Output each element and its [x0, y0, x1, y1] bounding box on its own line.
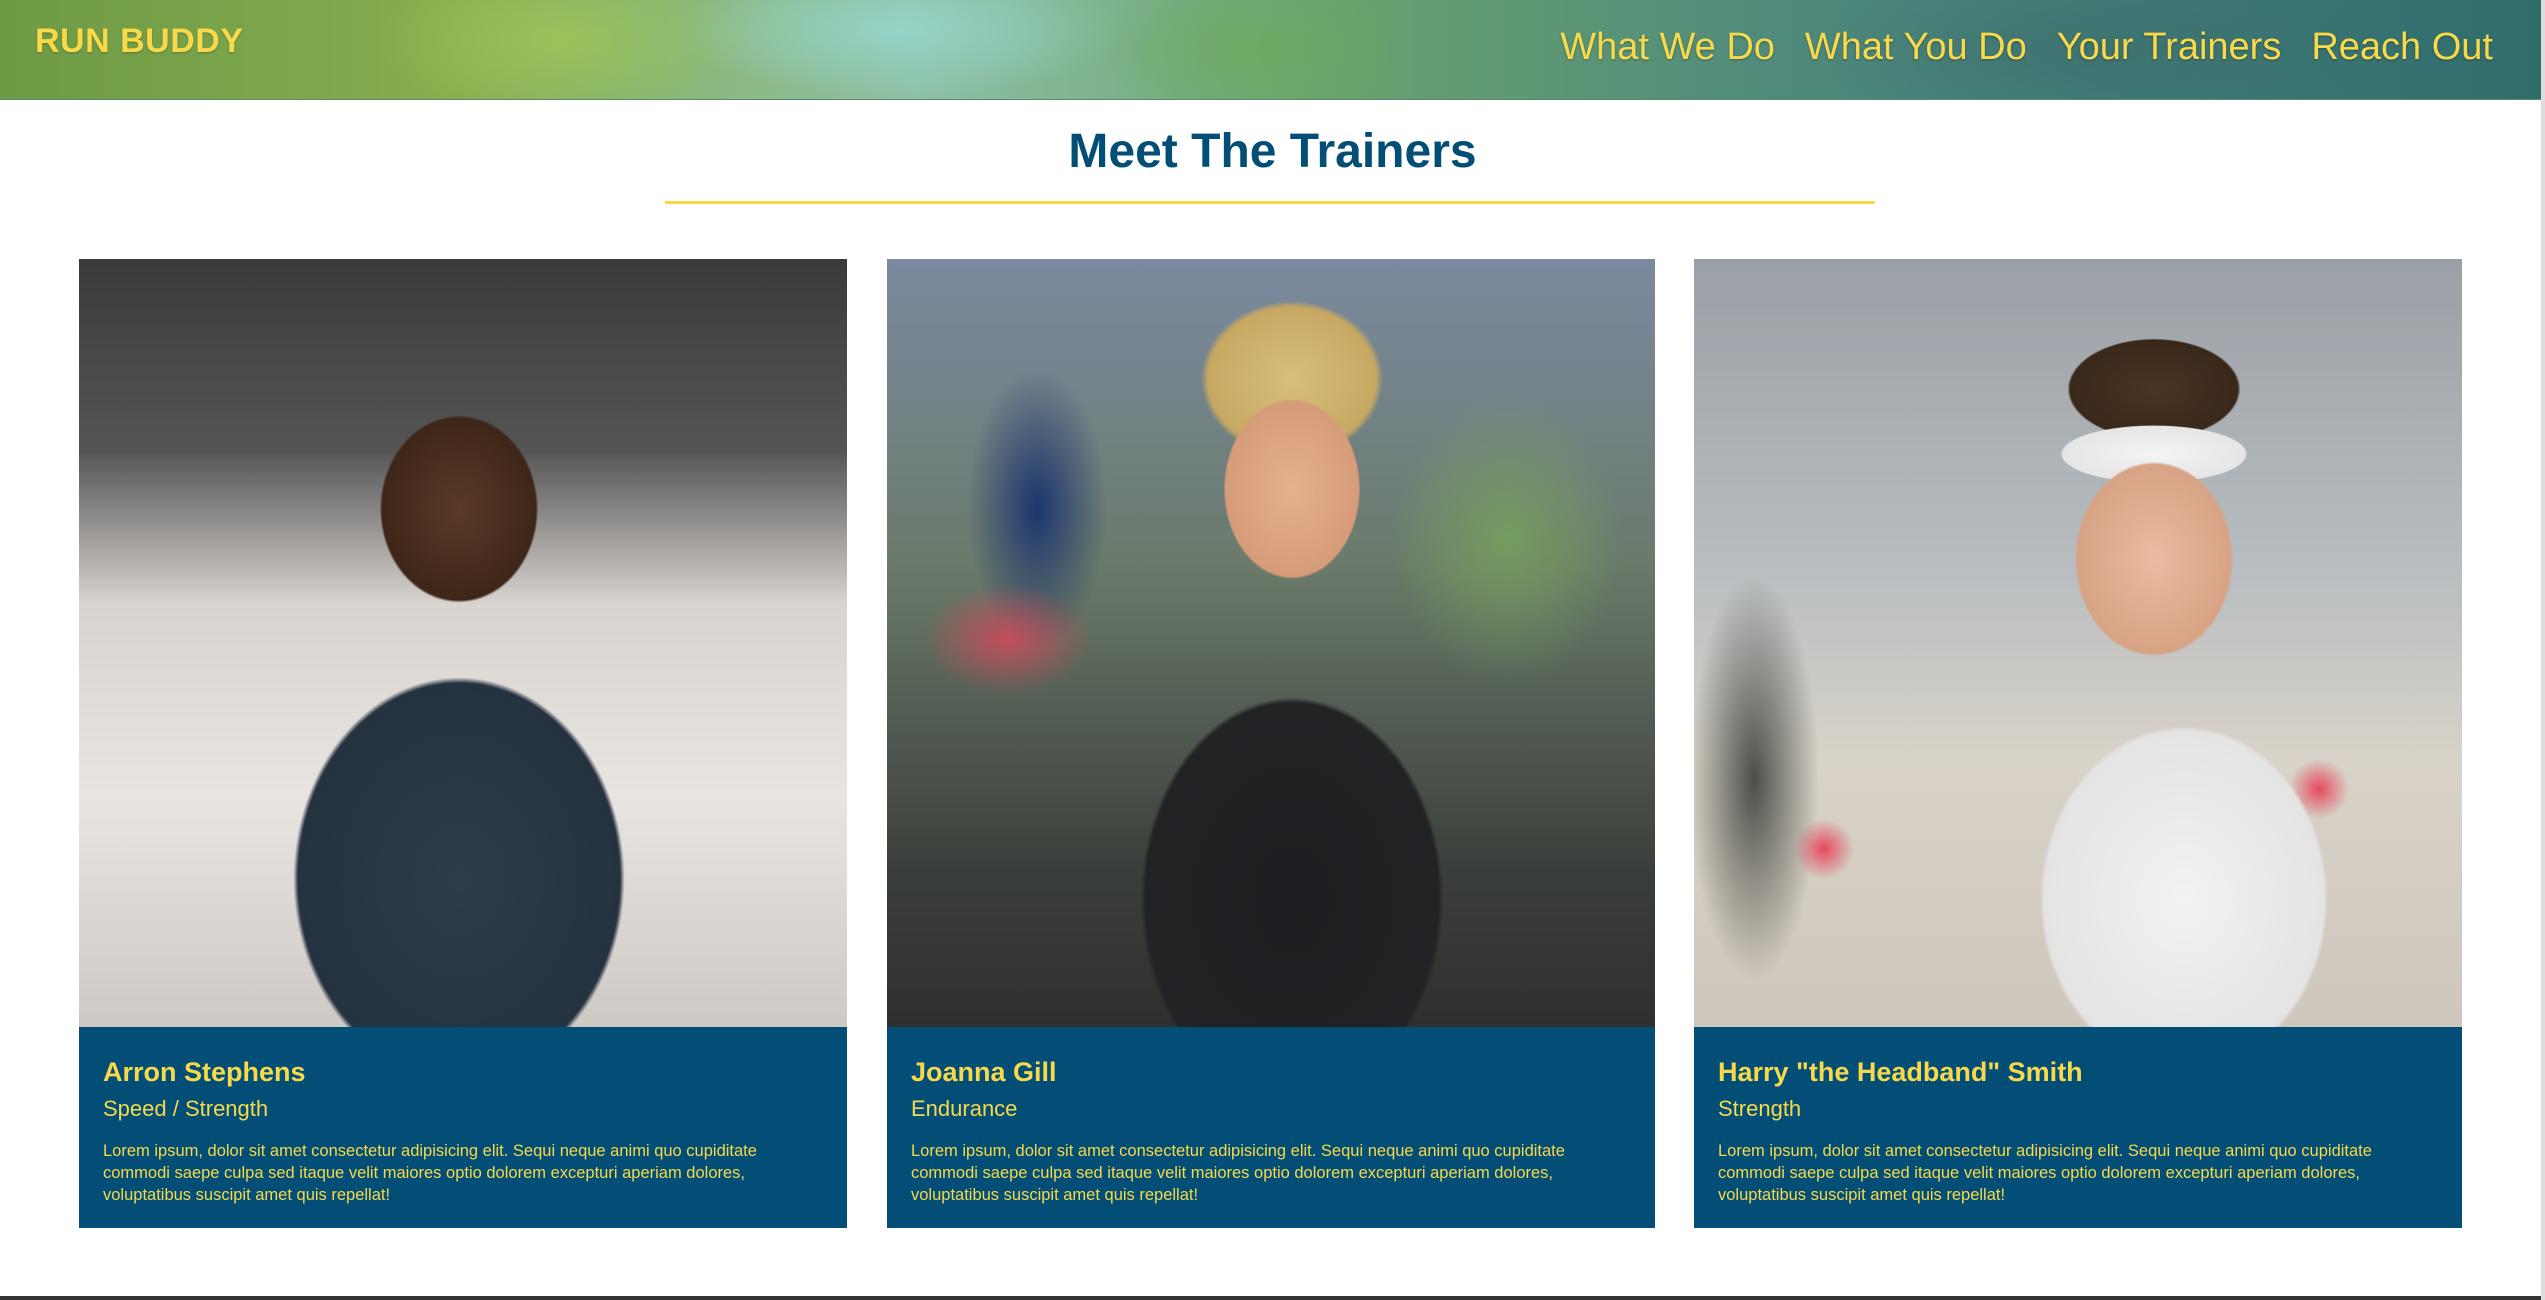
nav-link-what-you-do[interactable]: What You Do	[1805, 26, 2027, 69]
trainer-card: Joanna Gill Endurance Lorem ipsum, dolor…	[887, 259, 1655, 1228]
trainer-role: Endurance	[911, 1096, 1018, 1121]
trainer-info: Harry "the Headband" Smith Strength Lore…	[1694, 1027, 2462, 1228]
trainer-bio: Lorem ipsum, dolor sit amet consectetur …	[103, 1142, 757, 1204]
trainer-photo	[887, 259, 1655, 1027]
trainer-name: Arron Stephens	[103, 1057, 306, 1087]
main-nav: What We Do What You Do Your Trainers Rea…	[1560, 26, 2493, 69]
trainer-card: Harry "the Headband" Smith Strength Lore…	[1694, 259, 2462, 1228]
site-header: RUN BUDDY What We Do What You Do Your Tr…	[0, 0, 2545, 100]
nav-link-reach-out[interactable]: Reach Out	[2311, 26, 2493, 69]
title-underline	[665, 201, 1875, 204]
trainer-bio: Lorem ipsum, dolor sit amet consectetur …	[1718, 1142, 2372, 1204]
trainer-role: Strength	[1718, 1096, 1802, 1121]
trainer-info: Arron Stephens Speed / Strength Lorem ip…	[79, 1027, 847, 1228]
trainer-name: Harry "the Headband" Smith	[1718, 1057, 2083, 1087]
nav-link-what-we-do[interactable]: What We Do	[1560, 26, 1775, 69]
scrollbar-track[interactable]	[2541, 0, 2545, 1300]
trainer-card: Arron Stephens Speed / Strength Lorem ip…	[79, 259, 847, 1228]
section-title: Meet The Trainers	[1068, 125, 1477, 178]
trainer-bio: Lorem ipsum, dolor sit amet consectetur …	[911, 1142, 1565, 1204]
nav-link-your-trainers[interactable]: Your Trainers	[2057, 26, 2282, 69]
page-bottom-border	[0, 1296, 2545, 1300]
trainer-photo	[79, 259, 847, 1027]
trainer-name: Joanna Gill	[911, 1057, 1057, 1087]
trainer-role: Speed / Strength	[103, 1096, 269, 1121]
trainer-photo	[1694, 259, 2462, 1027]
brand-logo[interactable]: RUN BUDDY	[35, 22, 244, 61]
trainer-info: Joanna Gill Endurance Lorem ipsum, dolor…	[887, 1027, 1655, 1228]
